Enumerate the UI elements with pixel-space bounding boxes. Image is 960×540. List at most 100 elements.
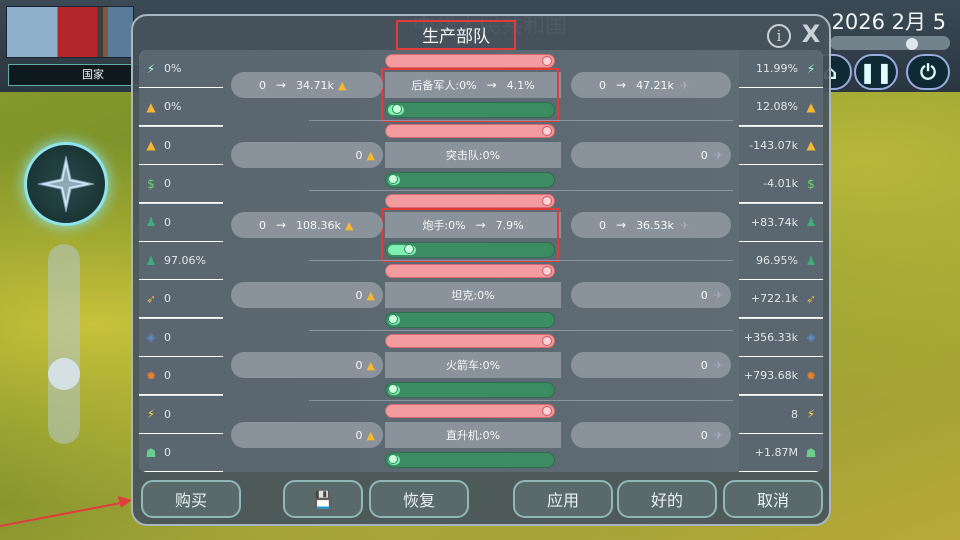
restore-button[interactable]: 恢复 — [369, 480, 469, 518]
left-stat-value: 0 — [164, 369, 171, 383]
info-icon[interactable]: i — [767, 24, 791, 48]
increase-slider-knob[interactable] — [388, 174, 398, 184]
increase-slider-knob[interactable] — [388, 314, 398, 324]
gold-icon: ▲ — [146, 138, 156, 153]
cancel-button[interactable]: 取消 — [723, 480, 823, 518]
right-stat-row: +1.87M ☗ — [739, 434, 823, 472]
row-separator — [309, 120, 733, 121]
game-speed-knob[interactable] — [906, 38, 918, 50]
increase-slider[interactable] — [385, 382, 555, 398]
left-stat-row: ☗ 0 — [139, 434, 223, 472]
unit-icon: ✈ — [713, 288, 723, 302]
floppy-disk-icon: 💾 — [313, 489, 333, 509]
gold-icon: ▲ — [806, 138, 816, 153]
compass[interactable] — [24, 142, 108, 226]
reduce-slider-knob[interactable] — [542, 336, 552, 346]
production-to: 0 — [700, 288, 708, 302]
close-icon[interactable]: X — [799, 20, 823, 48]
production-pill: 0 ✈ — [571, 282, 731, 308]
unit-label: 坦克 : 0% — [385, 282, 561, 308]
left-stat-value: 0 — [164, 215, 171, 229]
arrow-icon: → — [276, 218, 287, 232]
compass-rose-icon — [37, 155, 95, 213]
right-stat-row: 11.99% ⚡ — [739, 50, 823, 88]
arrow-icon: → — [616, 218, 627, 232]
signal-icon: ⚡ — [806, 61, 816, 76]
gold-icon: ▲ — [366, 288, 375, 302]
reduce-slider[interactable] — [385, 194, 555, 208]
left-stat-value: 0 — [164, 407, 171, 421]
unit-icon: ✈ — [713, 428, 723, 442]
reduce-slider[interactable] — [385, 404, 555, 418]
save-button[interactable]: 💾 — [283, 480, 363, 518]
right-stat-value: +722.1k — [750, 292, 798, 306]
reduce-slider[interactable] — [385, 264, 555, 278]
left-stat-value: 0% — [164, 62, 182, 75]
cost-pill: 0 → 34.71k ▲ — [231, 72, 383, 98]
zoom-knob[interactable] — [48, 358, 80, 390]
increase-slider[interactable] — [385, 172, 555, 188]
gold-icon: ▲ — [337, 78, 347, 92]
right-stats-column: 11.99% ⚡ 12.08% ▲ -143.07k ▲ -4.01k $ +83.74k ♟ 96… — [739, 50, 823, 472]
fuel-icon: ✹ — [145, 368, 157, 383]
production-to: 36.53k — [636, 218, 674, 232]
armor-icon: ◈ — [146, 330, 156, 345]
reduce-slider-knob[interactable] — [542, 126, 552, 136]
arrow-icon: → — [276, 78, 287, 92]
reduce-slider[interactable] — [385, 334, 555, 348]
unit-label: 火箭车 : 0% — [385, 352, 561, 378]
reduce-slider-knob[interactable] — [542, 56, 552, 66]
right-stat-value: 8 — [791, 407, 798, 421]
right-stat-value: 12.08% — [756, 100, 798, 114]
cost-pill: 0 → 108.36k ▲ — [231, 212, 383, 238]
right-stat-row: 12.08% ▲ — [739, 88, 823, 127]
buy-button[interactable]: 购买 — [141, 480, 241, 518]
reduce-slider[interactable] — [385, 124, 555, 138]
right-stat-value: +83.74k — [750, 215, 798, 229]
production-panel: ⚡ 0% ▲ 0% ▲ 0 $0 ♟ 0 ♟ 97.06% ➶ 0 ◈ 0 ✹ 0 ⚡ 0 ☗ 0 后备军人 : 0% →… — [139, 50, 823, 472]
gold-icon: ▲ — [806, 99, 816, 114]
gold-icon: ▲ — [366, 148, 375, 162]
cost-from: 0 — [259, 78, 266, 92]
game-speed-slider[interactable] — [830, 36, 950, 50]
increase-slider-knob[interactable] — [388, 454, 398, 464]
ok-button[interactable]: 好的 — [617, 480, 717, 518]
increase-slider-knob[interactable] — [388, 384, 398, 394]
pause-button[interactable]: ❚❚ — [854, 54, 898, 90]
reduce-slider[interactable] — [385, 54, 555, 68]
power-button[interactable]: ⏻ — [906, 54, 950, 90]
right-stat-value: +356.33k — [743, 330, 798, 344]
country-flag[interactable] — [6, 6, 134, 58]
unit-name: 火箭车 — [445, 359, 479, 372]
production-to: 0 — [700, 428, 708, 442]
left-stat-value: 97.06% — [164, 254, 206, 267]
reduce-slider-knob[interactable] — [542, 196, 552, 206]
unit-rows: 后备军人 : 0% → 4.1% 0 → 34.71k ▲ 0 → 47.21k ✈ 突击队 : 0%… — [223, 50, 739, 472]
apply-button[interactable]: 应用 — [513, 480, 613, 518]
soldier-icon: ♟ — [805, 215, 817, 230]
right-stat-value: 96.95% — [756, 254, 798, 267]
power-icon: ⚡ — [806, 407, 816, 422]
increase-slider[interactable] — [385, 452, 555, 468]
left-stat-row: $0 — [139, 165, 223, 204]
zoom-slider[interactable] — [48, 244, 80, 444]
production-to: 0 — [700, 358, 708, 372]
unit-icon: ✈ — [679, 78, 690, 92]
unit-name: 突击队 — [445, 149, 479, 162]
left-stat-value: 0 — [164, 292, 171, 306]
production-pill: 0 → 47.21k ✈ — [571, 72, 731, 98]
left-stat-value: 0 — [164, 330, 171, 344]
production-pill: 0 ✈ — [571, 142, 731, 168]
ammo-icon: ➶ — [805, 291, 817, 306]
reduce-slider-knob[interactable] — [542, 266, 552, 276]
right-stat-row: +722.1k ➶ — [739, 280, 823, 319]
left-stat-row: ♟ 97.06% — [139, 242, 223, 280]
left-stat-value: 0 — [164, 177, 171, 191]
right-stat-value: -4.01k — [763, 177, 798, 191]
increase-slider[interactable] — [385, 312, 555, 328]
unit-icon: ✈ — [713, 358, 723, 372]
unit-percent: 0% — [482, 358, 501, 372]
right-stat-row: 8 ⚡ — [739, 395, 823, 434]
gold-icon: ▲ — [344, 218, 354, 232]
reduce-slider-knob[interactable] — [542, 406, 552, 416]
